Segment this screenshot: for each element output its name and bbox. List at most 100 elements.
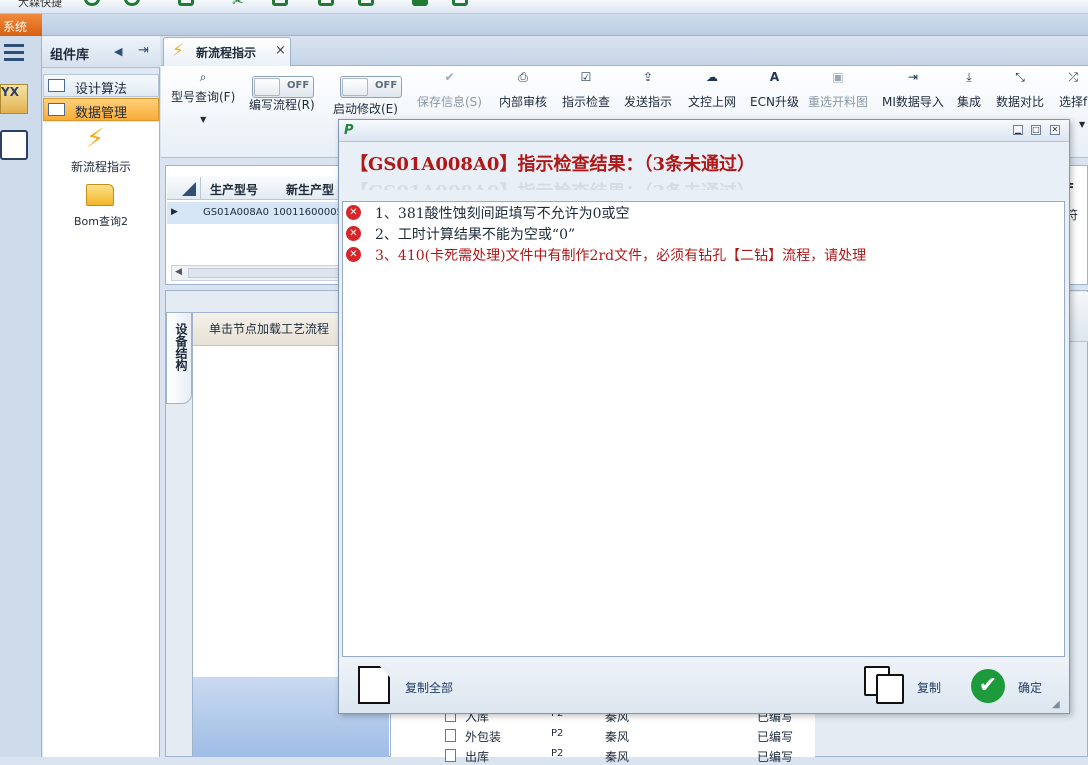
tab-new-flow[interactable]: ⚡ 新流程指示 ×: [163, 37, 291, 66]
dropdown-arrow-icon[interactable]: ▼: [171, 115, 235, 124]
grid-icon[interactable]: [178, 0, 194, 6]
maximize-icon[interactable]: □: [1031, 125, 1041, 135]
shortcut-bom-query[interactable]: Bom查询2: [44, 213, 158, 229]
dropdown-arrow-icon[interactable]: ▼: [1079, 120, 1085, 129]
user-icon[interactable]: [124, 0, 140, 6]
instruction-check-button[interactable]: ☑ 指示检查: [562, 69, 610, 110]
component-panel-title: 组件库: [50, 48, 90, 63]
minimize-icon[interactable]: ▁: [1013, 125, 1023, 135]
document-icon: [445, 729, 456, 742]
ok-button[interactable]: 确定: [1018, 679, 1042, 696]
scissors-icon[interactable]: ✂: [232, 0, 248, 10]
list-item[interactable]: 出库 P2 秦风 已编写: [391, 746, 816, 764]
document-tab-strip: [161, 36, 1088, 66]
error-icon: ✕: [346, 247, 361, 262]
grid-corner: [168, 177, 201, 200]
send-instruction-button[interactable]: ⇪ 发送指示: [624, 69, 672, 110]
dialog-title-bar[interactable]: [339, 120, 1069, 142]
save-info-button[interactable]: ✔ 保存信息(S): [417, 69, 482, 110]
tab-label: 新流程指示: [196, 46, 257, 60]
search-icon[interactable]: [84, 0, 100, 6]
app-logo-icon: P: [344, 123, 354, 138]
copy-all-button[interactable]: 复制全部: [405, 679, 453, 696]
table-icon: [48, 79, 65, 92]
table-icon: [48, 103, 65, 116]
data-compare-button[interactable]: ⤡ 数据对比: [996, 69, 1044, 110]
column-header-production-model[interactable]: 生产型号: [210, 181, 258, 198]
mi-import-button[interactable]: ⇥ MI数据导入: [882, 69, 944, 110]
dialog-heading: 【GS01A008A0】指示检查结果：（3条未通过）: [350, 154, 755, 175]
tree-header: 单击节点加载工艺流程: [193, 313, 338, 346]
calendar-icon[interactable]: [0, 130, 28, 160]
close-icon[interactable]: ✕: [1050, 125, 1060, 135]
error-icon: ✕: [346, 205, 361, 220]
copy-icon-front: [876, 674, 904, 704]
sidebar-item-data-management[interactable]: 数据管理: [43, 98, 159, 121]
message-text: 2、工时计算结果不能为空或“0”: [375, 227, 576, 243]
factory-icon[interactable]: YX: [0, 84, 28, 114]
font-a-icon: A: [769, 70, 780, 84]
search-icon: ⌕: [199, 70, 207, 84]
row-indicator-icon: ▶: [171, 207, 178, 217]
horizontal-scrollbar[interactable]: ◀: [171, 265, 351, 281]
edit-flow-toggle[interactable]: OFF: [252, 76, 314, 98]
menu-icon[interactable]: [4, 44, 24, 47]
dialog-heading-reflection: 【GS01A008A0】指示检查结果：（3条未通过）: [350, 178, 1050, 190]
shortcut-new-flow[interactable]: 新流程指示: [44, 158, 158, 175]
tab-equipment-structure[interactable]: 设备结构: [166, 312, 192, 404]
integrate-button[interactable]: ⤓ 集成: [957, 69, 981, 110]
message-text: 3、410(卡死需处理)文件中有制作2rd文件，必须有钻孔【二钻】流程，请处理: [375, 248, 867, 264]
copy-button[interactable]: 复制: [917, 679, 941, 696]
message-text: 1、381酸性蚀刻间距填写不允许为0或空: [375, 206, 630, 222]
sidebar-item-label: 设计算法: [74, 82, 127, 97]
menu-icon-bar: [4, 51, 24, 54]
pin-icon[interactable]: ⇥: [138, 43, 149, 58]
collapse-left-icon[interactable]: ◀: [114, 45, 122, 58]
select-button[interactable]: ⤮ 选择f: [1059, 69, 1087, 110]
upload-doc-button[interactable]: ☁ 文控上网: [688, 69, 736, 110]
sidebar-item-design-algorithm[interactable]: 设计算法: [43, 74, 159, 97]
sidebar-item-label: 数据管理: [74, 106, 127, 121]
checkbox-icon: ☑: [580, 70, 592, 84]
printer-icon: ⎙: [518, 70, 528, 84]
menu-row: [0, 14, 1088, 36]
checkmark-icon[interactable]: ✔: [971, 669, 1005, 703]
list-item[interactable]: 外包装 P2 秦风 已编写: [391, 726, 816, 744]
toggle-knob: [342, 78, 368, 96]
shuffle-icon: ⤮: [1068, 70, 1078, 84]
table-cell[interactable]: GS01A008A0: [203, 207, 269, 218]
chart-icon[interactable]: [358, 0, 374, 6]
image-icon: ▣: [832, 70, 844, 84]
scroll-left-icon[interactable]: ◀: [175, 267, 182, 277]
error-icon: ✕: [346, 226, 361, 241]
copy-icon[interactable]: [318, 0, 334, 6]
lightning-icon: ⚡: [172, 41, 184, 61]
upload-icon: ⇪: [642, 70, 654, 84]
quick-access-label: 大森快捷: [18, 0, 62, 9]
monitor-icon[interactable]: [452, 0, 468, 6]
scroll-thumb[interactable]: [188, 268, 348, 278]
save-icon[interactable]: [272, 0, 288, 6]
column-header-new-production-model[interactable]: 新生产型: [286, 181, 334, 198]
start-modify-label: 启动修改(E): [333, 102, 398, 116]
lightning-icon[interactable]: ⚡: [86, 124, 104, 154]
resize-grip-icon[interactable]: ◢: [1052, 699, 1066, 711]
close-icon[interactable]: ×: [275, 43, 286, 58]
start-modify-toggle[interactable]: OFF: [340, 76, 402, 98]
edit-flow-label: 编写流程(R): [249, 98, 315, 112]
reselect-cut-button[interactable]: ▣ 重选开料图: [808, 69, 868, 110]
model-query-button[interactable]: ⌕ 型号查询(F) ▼: [171, 69, 235, 124]
table-cell[interactable]: 10011600005: [273, 207, 343, 218]
system-menu-tab[interactable]: 系统: [0, 14, 42, 36]
folder-icon[interactable]: [86, 184, 114, 206]
compress-icon: ⤡: [1015, 70, 1025, 84]
cloud-upload-icon: ☁: [706, 70, 718, 84]
sign-in-icon: ⇥: [907, 70, 918, 84]
internal-review-button[interactable]: ⎙ 内部审核: [499, 69, 547, 110]
menu-icon-bar: [4, 58, 24, 61]
download-icon: ⤓: [966, 70, 972, 84]
ecn-upgrade-button[interactable]: A ECN升级: [750, 69, 799, 110]
checkmark-icon: ✔: [444, 70, 455, 84]
lower-panel-side-header: [1070, 292, 1088, 342]
stop-icon[interactable]: [412, 0, 428, 6]
